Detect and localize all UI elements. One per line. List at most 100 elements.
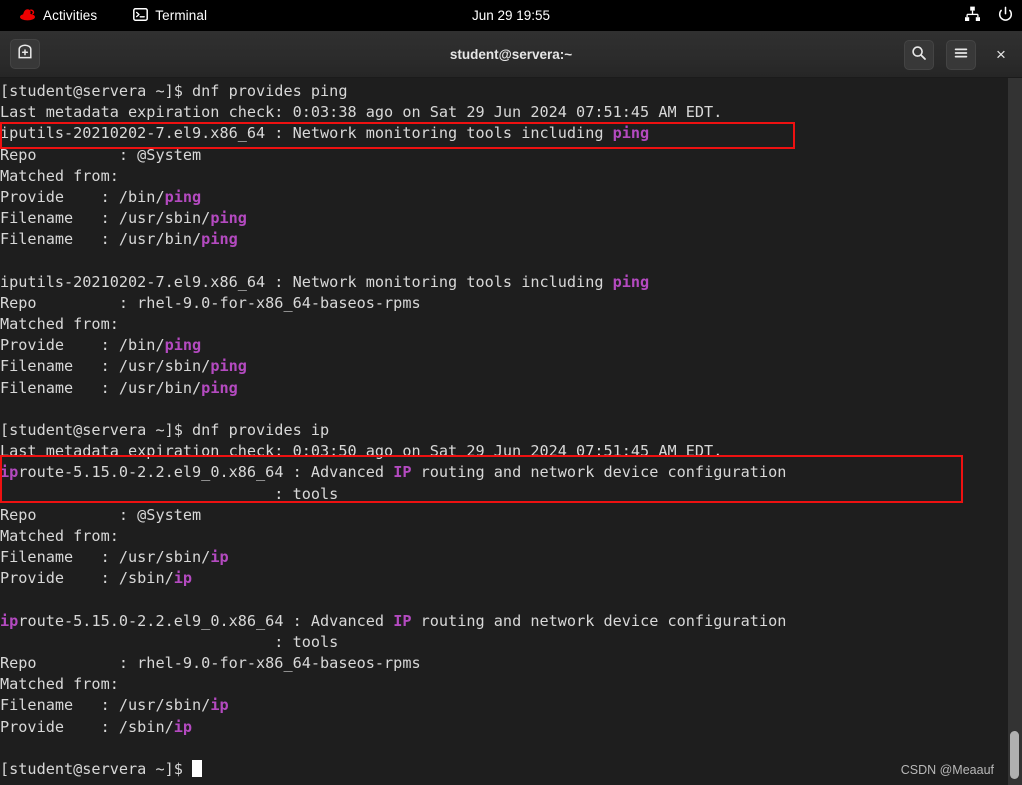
terminal-text-segment: iputils-20210202-7.el9.x86_64 : Network …: [0, 272, 613, 291]
terminal-line: Filename : /usr/bin/ping: [0, 229, 786, 250]
terminal-line: [student@servera ~]$ dnf provides ping: [0, 81, 786, 102]
match-highlight-text: IP: [393, 611, 412, 630]
new-terminal-icon: [17, 44, 33, 64]
terminal-text-segment: [student@servera ~]$: [0, 760, 193, 778]
app-menu-button[interactable]: Terminal: [124, 0, 216, 31]
terminal-text-segment: [student@servera ~]$ dnf provides ip: [0, 421, 330, 439]
terminal-line: Provide : /bin/ping: [0, 335, 786, 356]
terminal-text-segment: Matched from:: [0, 675, 119, 694]
terminal-text-segment: Provide : /sbin/: [0, 717, 174, 736]
terminal-output-area[interactable]: [student@servera ~]$ dnf provides ping La…: [0, 78, 1022, 785]
match-highlight-text: ip: [173, 569, 193, 588]
window-titlebar[interactable]: student@servera:~ ×: [0, 31, 1022, 78]
hamburger-menu-icon: [953, 45, 969, 65]
terminal-text-segment: Repo : rhel-9.0-for-x86_64-baseos-rpms: [0, 654, 421, 673]
terminal-text-segment: Provide : /sbin/: [0, 569, 174, 588]
app-menu-label: Terminal: [155, 8, 208, 23]
match-highlight-text: IP: [393, 463, 412, 482]
terminal-text-segment: routing and network device configuration: [411, 463, 787, 482]
terminal-line: : tools: [0, 484, 786, 505]
terminal-text-segment: route-5.15.0-2.2.el9_0.x86_64 : Advanced: [18, 611, 394, 630]
terminal-line: Filename : /usr/bin/ping: [0, 378, 786, 399]
match-highlight-text: ip: [210, 696, 229, 715]
power-icon[interactable]: [997, 6, 1014, 26]
terminal-text-segment: Filename : /usr/sbin/: [0, 357, 211, 376]
terminal-line: Provide : /sbin/ip: [0, 717, 786, 738]
terminal-line: Matched from:: [0, 526, 786, 547]
system-status-area[interactable]: [964, 0, 1014, 31]
terminal-line: Filename : /usr/sbin/ip: [0, 547, 786, 568]
scrollbar-track[interactable]: [1008, 78, 1022, 785]
terminal-text-segment: [student@servera ~]$ dnf provides ping: [0, 82, 348, 100]
terminal-text-segment: Repo : @System: [0, 505, 202, 524]
activities-label: Activities: [43, 8, 98, 23]
network-wired-icon[interactable]: [964, 6, 981, 25]
terminal-text: [student@servera ~]$ dnf provides ping La…: [0, 81, 786, 780]
terminal-text-segment: Provide : /bin/: [0, 187, 165, 206]
terminal-app-icon: [133, 7, 149, 25]
match-highlight-text: ping: [612, 272, 650, 291]
terminal-text-segment: Matched from:: [0, 315, 119, 334]
terminal-text-segment: Repo : rhel-9.0-for-x86_64-baseos-rpms: [0, 293, 421, 312]
match-highlight-text: ip: [210, 548, 229, 567]
scrollbar-thumb[interactable]: [1010, 731, 1019, 779]
terminal-line: Filename : /usr/sbin/ping: [0, 208, 786, 229]
match-highlight-text: ping: [201, 230, 238, 249]
terminal-line: Last metadata expiration check: 0:03:38 …: [0, 102, 786, 123]
terminal-line: Filename : /usr/sbin/ping: [0, 356, 786, 377]
terminal-line: [student@servera ~]$: [0, 759, 786, 780]
terminal-cursor: [192, 760, 203, 777]
terminal-line: : tools: [0, 632, 786, 653]
terminal-line: Repo : rhel-9.0-for-x86_64-baseos-rpms: [0, 293, 786, 314]
terminal-text-segment: Matched from:: [0, 166, 119, 185]
terminal-line: Matched from:: [0, 674, 786, 695]
match-highlight-text: ping: [612, 124, 650, 143]
terminal-text-segment: Filename : /usr/bin/: [0, 230, 202, 249]
close-icon: ×: [996, 44, 1006, 64]
terminal-text-segment: Filename : /usr/sbin/: [0, 548, 211, 567]
match-highlight-text: ping: [164, 336, 202, 355]
match-highlight-text: ping: [210, 357, 247, 376]
terminal-line: Provide : /bin/ping: [0, 187, 786, 208]
activities-button[interactable]: Activities: [10, 0, 106, 31]
terminal-line: Last metadata expiration check: 0:03:50 …: [0, 441, 786, 462]
terminal-text-segment: Last metadata expiration check: 0:03:38 …: [0, 103, 723, 122]
match-highlight-text: ping: [210, 209, 247, 228]
terminal-text-segment: : tools: [0, 632, 339, 651]
terminal-text-segment: iputils-20210202-7.el9.x86_64 : Network …: [0, 124, 613, 143]
search-icon: [911, 45, 927, 65]
new-terminal-button[interactable]: [10, 39, 40, 69]
match-highlight-text: ping: [201, 378, 238, 397]
search-button[interactable]: [904, 39, 934, 70]
terminal-line: iproute-5.15.0-2.2.el9_0.x86_64 : Advanc…: [0, 611, 786, 632]
terminal-text-segment: routing and network device configuration: [411, 611, 787, 630]
watermark: CSDN @Meaauf: [900, 763, 994, 777]
match-highlight-text: ip: [0, 463, 19, 482]
terminal-line: Repo : rhel-9.0-for-x86_64-baseos-rpms: [0, 653, 786, 674]
terminal-line: Matched from:: [0, 314, 786, 335]
terminal-line: Provide : /sbin/ip: [0, 568, 786, 589]
close-button[interactable]: ×: [988, 42, 1014, 68]
terminal-line: Matched from:: [0, 166, 786, 187]
terminal-text-segment: Filename : /usr/sbin/: [0, 209, 211, 228]
terminal-line: [student@servera ~]$ dnf provides ip: [0, 420, 786, 441]
terminal-line: Filename : /usr/sbin/ip: [0, 695, 786, 716]
terminal-line: iputils-20210202-7.el9.x86_64 : Network …: [0, 272, 786, 293]
terminal-text-segment: Filename : /usr/bin/: [0, 378, 202, 397]
terminal-text-segment: Matched from:: [0, 526, 119, 545]
match-highlight-text: ip: [0, 611, 19, 630]
menu-button[interactable]: [946, 39, 976, 70]
terminal-line: iproute-5.15.0-2.2.el9_0.x86_64 : Advanc…: [0, 462, 786, 483]
terminal-text-segment: : tools: [0, 484, 339, 503]
match-highlight-text: ip: [173, 717, 193, 736]
terminal-line: Repo : @System: [0, 145, 786, 166]
terminal-text-segment: route-5.15.0-2.2.el9_0.x86_64 : Advanced: [18, 463, 394, 482]
window-title: student@servera:~: [449, 46, 573, 62]
terminal-line: iputils-20210202-7.el9.x86_64 : Network …: [0, 123, 786, 144]
terminal-text-segment: Repo : @System: [0, 145, 202, 164]
terminal-text-segment: Last metadata expiration check: 0:03:50 …: [0, 442, 723, 461]
